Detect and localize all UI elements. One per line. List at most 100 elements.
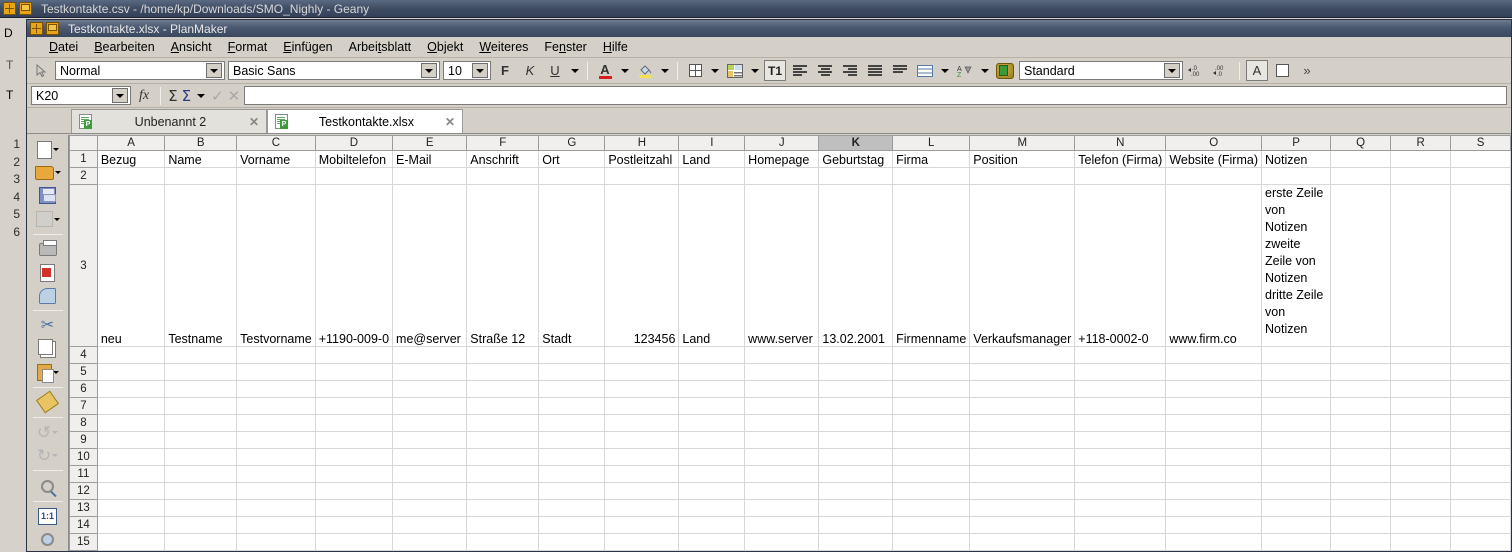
cell-A12[interactable] [97, 482, 166, 500]
cell-E12[interactable] [392, 482, 468, 500]
cell-C3[interactable]: Testvorname [236, 184, 316, 347]
cell-E14[interactable] [392, 516, 468, 534]
window-maximize-icon[interactable] [19, 2, 32, 15]
align-center-button[interactable] [814, 60, 836, 81]
menu-item-hilfe[interactable]: Hilfe [595, 38, 636, 56]
cell-L12[interactable] [892, 482, 971, 500]
cell-D14[interactable] [315, 516, 394, 534]
italic-button[interactable]: K [519, 60, 541, 81]
cell-K1[interactable]: Geburtstag [818, 150, 894, 168]
cell-G6[interactable] [538, 380, 606, 398]
borders-chevron-icon[interactable] [709, 60, 721, 81]
column-header-O[interactable]: O [1165, 135, 1262, 151]
save-all-button[interactable] [28, 208, 68, 231]
cell-G15[interactable] [538, 533, 606, 551]
cell-I2[interactable] [678, 167, 746, 185]
cell-R10[interactable] [1390, 448, 1452, 466]
planmaker-window[interactable]: Testkontakte.xlsx - PlanMaker Datei Bearb… [26, 19, 1512, 552]
row-header-12[interactable]: 12 [69, 482, 98, 500]
close-icon[interactable]: ✕ [445, 115, 455, 129]
cell-N13[interactable] [1074, 499, 1167, 517]
cell-E8[interactable] [392, 414, 468, 432]
cell-B2[interactable] [164, 167, 238, 185]
cell-R3[interactable] [1390, 184, 1452, 347]
cell-O4[interactable] [1165, 346, 1262, 364]
cell-F12[interactable] [466, 482, 540, 500]
cell-J1[interactable]: Homepage [744, 150, 820, 168]
autosum-icon[interactable]: Σ [168, 87, 177, 105]
cell-J4[interactable] [744, 346, 820, 364]
row-header-14[interactable]: 14 [69, 516, 98, 534]
cell-P3[interactable]: erste Zeile von Notizen zweite Zeile von… [1261, 184, 1332, 347]
name-box[interactable]: K20 [31, 86, 131, 105]
cell-I6[interactable] [678, 380, 746, 398]
cell-S6[interactable] [1450, 380, 1511, 398]
menu-item-einfgen[interactable]: Einfügen [275, 38, 340, 56]
column-header-G[interactable]: G [538, 135, 606, 151]
cell-F7[interactable] [466, 397, 540, 415]
row-header-11[interactable]: 11 [69, 465, 98, 483]
cell-E2[interactable] [392, 167, 468, 185]
cell-B6[interactable] [164, 380, 238, 398]
cell-D4[interactable] [315, 346, 394, 364]
column-header-D[interactable]: D [314, 135, 394, 151]
cell-E15[interactable] [392, 533, 468, 551]
column-header-R[interactable]: R [1390, 135, 1452, 151]
cell-R11[interactable] [1390, 465, 1452, 483]
column-header-F[interactable]: F [466, 135, 540, 151]
cell-S14[interactable] [1450, 516, 1511, 534]
cell-O7[interactable] [1165, 397, 1262, 415]
cell-M6[interactable] [969, 380, 1076, 398]
fill-color-button[interactable] [634, 60, 656, 81]
cell-H4[interactable] [604, 346, 680, 364]
cell-F13[interactable] [466, 499, 540, 517]
cell-O8[interactable] [1165, 414, 1262, 432]
cell-Q4[interactable] [1330, 346, 1392, 364]
cell-E13[interactable] [392, 499, 468, 517]
cell-N10[interactable] [1074, 448, 1167, 466]
cell-N12[interactable] [1074, 482, 1167, 500]
cell-D11[interactable] [315, 465, 394, 483]
cell-J9[interactable] [744, 431, 820, 449]
cell-P12[interactable] [1261, 482, 1332, 500]
cell-R6[interactable] [1390, 380, 1452, 398]
cell-I3[interactable]: Land [678, 184, 746, 347]
cell-Q5[interactable] [1330, 363, 1392, 381]
underline-options-chevron-icon[interactable] [569, 60, 581, 81]
cut-button[interactable]: ✂ [28, 314, 68, 337]
cell-D12[interactable] [315, 482, 394, 500]
cell-G8[interactable] [538, 414, 606, 432]
cell-G12[interactable] [538, 482, 606, 500]
cell-H11[interactable] [604, 465, 680, 483]
cell-P11[interactable] [1261, 465, 1332, 483]
selection-arrow-icon[interactable] [30, 60, 52, 81]
cell-I8[interactable] [678, 414, 746, 432]
toolbar-overflow-button[interactable]: » [1296, 60, 1318, 81]
cell-B12[interactable] [164, 482, 238, 500]
cell-M9[interactable] [969, 431, 1076, 449]
underline-button[interactable]: U [544, 60, 566, 81]
cell-G7[interactable] [538, 397, 606, 415]
cell-N1[interactable]: Telefon (Firma) [1074, 150, 1167, 168]
geany-document-tab[interactable]: T [6, 88, 13, 102]
cell-M7[interactable] [969, 397, 1076, 415]
cell-M4[interactable] [969, 346, 1076, 364]
cell-O11[interactable] [1165, 465, 1262, 483]
cell-F2[interactable] [466, 167, 540, 185]
cell-P8[interactable] [1261, 414, 1332, 432]
paragraph-style-combo[interactable]: Normal [55, 61, 225, 80]
geany-titlebar[interactable]: Testkontakte.csv - /home/kp/Downloads/SM… [0, 0, 1512, 18]
cell-S3[interactable] [1450, 184, 1511, 347]
cell-F8[interactable] [466, 414, 540, 432]
cell-F5[interactable] [466, 363, 540, 381]
cell-P10[interactable] [1261, 448, 1332, 466]
cell-C1[interactable]: Vorname [236, 150, 316, 168]
cell-F6[interactable] [466, 380, 540, 398]
window-menu-icon[interactable] [30, 22, 43, 35]
cell-B11[interactable] [164, 465, 238, 483]
cell-L8[interactable] [892, 414, 971, 432]
column-header-S[interactable]: S [1450, 135, 1511, 151]
cell-M13[interactable] [969, 499, 1076, 517]
zoom-button[interactable] [28, 474, 68, 497]
cell-R14[interactable] [1390, 516, 1452, 534]
